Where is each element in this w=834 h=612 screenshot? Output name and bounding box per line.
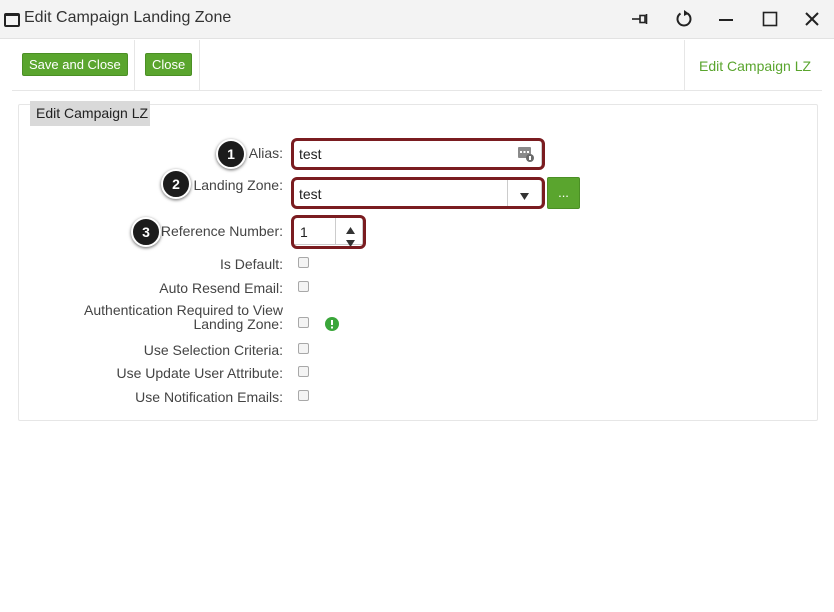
use-notification-label: Use Notification Emails: xyxy=(135,389,283,405)
toolbar-divider xyxy=(199,40,200,90)
callout-badge-2: 2 xyxy=(161,169,191,199)
use-notification-checkbox[interactable] xyxy=(298,390,309,401)
toolbar: Save and Close Close Edit Campaign LZ xyxy=(12,40,822,91)
reference-number-highlight xyxy=(291,215,366,249)
pin-icon[interactable] xyxy=(622,0,658,38)
toolbar-page-title: Edit Campaign LZ xyxy=(699,58,812,74)
use-selection-checkbox[interactable] xyxy=(298,343,309,354)
alias-label: Alias: xyxy=(248,145,283,161)
toolbar-divider xyxy=(684,40,685,90)
alias-highlight xyxy=(291,138,545,170)
info-icon[interactable] xyxy=(325,317,339,336)
auth-required-label: Authentication Required to View Landing … xyxy=(84,303,283,331)
panel-tab: Edit Campaign LZ xyxy=(30,101,150,126)
is-default-checkbox[interactable] xyxy=(298,257,309,268)
callout-badge-3: 3 xyxy=(131,217,161,247)
reference-number-label: Reference Number: xyxy=(160,223,283,239)
auto-resend-checkbox[interactable] xyxy=(298,281,309,292)
auth-required-checkbox[interactable] xyxy=(298,317,309,328)
auto-resend-label: Auto Resend Email: xyxy=(159,280,283,296)
window-icon xyxy=(4,13,20,27)
use-update-user-label: Use Update User Attribute: xyxy=(116,365,283,381)
browse-landing-zone-button[interactable]: ... xyxy=(547,177,580,209)
landing-zone-highlight xyxy=(291,177,545,209)
close-button[interactable]: Close xyxy=(145,53,193,76)
window-titlebar: Edit Campaign Landing Zone xyxy=(0,0,834,39)
save-and-close-button[interactable]: Save and Close xyxy=(22,53,128,76)
auth-required-label-line2: Landing Zone: xyxy=(193,316,283,332)
landing-zone-label: Landing Zone: xyxy=(193,177,283,193)
maximize-icon[interactable] xyxy=(752,0,788,38)
callout-badge-1: 1 xyxy=(216,139,246,169)
minimize-icon[interactable] xyxy=(708,0,744,38)
refresh-icon[interactable] xyxy=(666,0,702,38)
use-update-user-checkbox[interactable] xyxy=(298,366,309,377)
use-selection-label: Use Selection Criteria: xyxy=(143,342,283,358)
toolbar-divider xyxy=(134,40,135,90)
is-default-label: Is Default: xyxy=(219,256,283,272)
close-icon[interactable] xyxy=(794,0,830,38)
window-title: Edit Campaign Landing Zone xyxy=(24,9,232,26)
